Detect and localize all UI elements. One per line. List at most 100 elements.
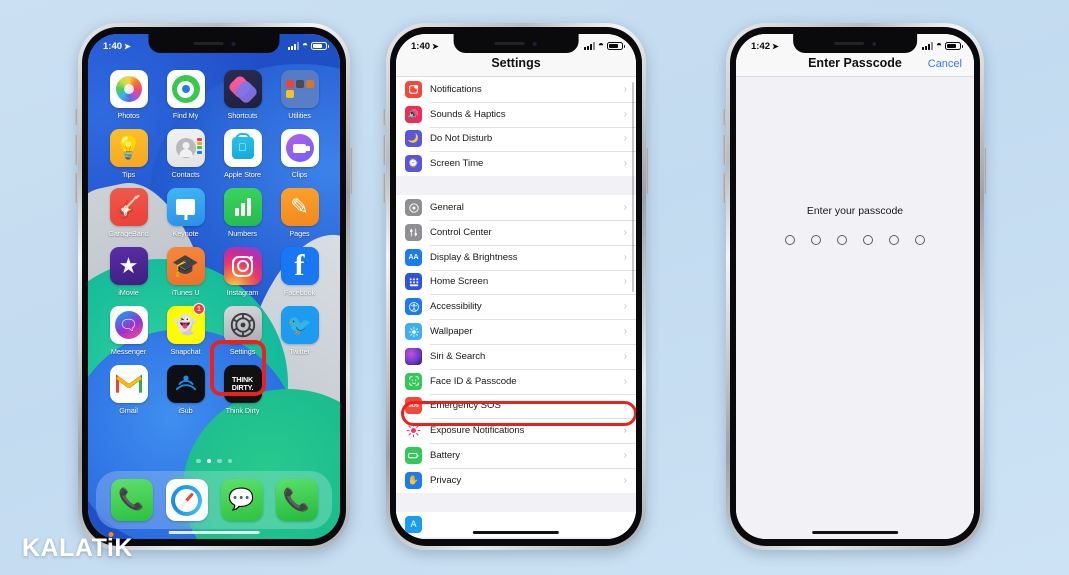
app-clips[interactable]: Clips: [271, 129, 328, 179]
passcode-dots[interactable]: [785, 235, 925, 245]
app-tips[interactable]: 💡 Tips: [100, 129, 157, 179]
gmail-icon[interactable]: [109, 365, 148, 403]
settings-icon[interactable]: [223, 306, 262, 344]
volume-up-button[interactable]: [383, 135, 386, 165]
find-my-icon[interactable]: [166, 70, 205, 108]
tips-icon[interactable]: 💡: [109, 129, 148, 167]
home-indicator[interactable]: [472, 530, 560, 534]
earpiece-speaker: [834, 42, 864, 45]
app-snapchat[interactable]: 1 👻 Snapchat: [157, 303, 214, 356]
settings-row-display-brightness[interactable]: AA Display & Brightness ›: [396, 244, 636, 270]
volume-down-button[interactable]: [723, 173, 726, 203]
mute-switch[interactable]: [75, 109, 78, 125]
garageband-icon[interactable]: 🎸: [109, 188, 148, 226]
settings-row-face-id-passcode[interactable]: Face ID & Passcode ›: [396, 368, 636, 394]
scrollbar[interactable]: [632, 82, 634, 292]
settings-row-home-screen[interactable]: Home Screen ›: [396, 269, 636, 295]
think-dirty-icon[interactable]: THINK DIRTY.: [223, 365, 262, 403]
chevron-right-icon: ›: [623, 474, 627, 486]
home-indicator[interactable]: [812, 530, 898, 534]
settings-row-wallpaper[interactable]: Wallpaper ›: [396, 319, 636, 344]
app-settings[interactable]: Settings: [214, 306, 271, 356]
settings-row-battery[interactable]: Battery ›: [396, 443, 636, 468]
imovie-icon[interactable]: ★: [109, 247, 148, 285]
pages-icon[interactable]: ✎: [280, 188, 319, 226]
passcode-dot: [863, 235, 873, 245]
wifi-icon: ◓: [301, 40, 308, 51]
twitter-icon[interactable]: 🐦: [280, 306, 319, 344]
app-label: Messenger: [110, 347, 147, 356]
volume-down-button[interactable]: [75, 173, 78, 203]
app-photos[interactable]: Photos: [100, 70, 157, 120]
keynote-icon[interactable]: [166, 188, 205, 226]
app-keynote[interactable]: Keynote: [157, 188, 214, 238]
app-imovie[interactable]: ★ iMovie: [100, 247, 157, 297]
whatsapp-icon[interactable]: 📞: [275, 479, 318, 521]
safari-icon[interactable]: [165, 479, 208, 521]
screen-time-icon: ⌚: [405, 155, 422, 173]
volume-up-button[interactable]: [723, 135, 726, 165]
contacts-icon[interactable]: [166, 129, 205, 167]
settings-group-2: General › Control Center › AA Display & …: [396, 195, 636, 493]
settings-row-sounds-haptics[interactable]: 🔊 Sounds & Haptics ›: [396, 101, 636, 127]
app-itunes-u[interactable]: 🎓 iTunes U: [157, 247, 214, 297]
settings-row-general[interactable]: General ›: [396, 195, 636, 220]
app-messenger[interactable]: 🗨 Messenger: [100, 306, 157, 356]
apple-store-icon[interactable]: : [223, 129, 262, 167]
settings-row-do-not-disturb[interactable]: 🌙 Do Not Disturb ›: [396, 126, 636, 152]
numbers-icon[interactable]: [223, 188, 262, 226]
facebook-icon[interactable]: f: [280, 247, 319, 285]
volume-up-button[interactable]: [75, 135, 78, 165]
app-find-my[interactable]: Find My: [157, 70, 214, 120]
settings-row-privacy[interactable]: ✋ Privacy ›: [396, 467, 636, 493]
settings-row-accessibility[interactable]: Accessibility ›: [396, 294, 636, 319]
mute-switch[interactable]: [723, 109, 726, 125]
power-button[interactable]: [350, 148, 353, 194]
cancel-button[interactable]: Cancel: [928, 58, 962, 70]
phone-bezel: 1:40 ➤ ◓ Photos Find My Shortcuts Utilit…: [82, 27, 346, 546]
settings-row-siri-search[interactable]: Siri & Search ›: [396, 343, 636, 369]
app-instagram[interactable]: Instagram: [214, 247, 271, 297]
app-garageband[interactable]: 🎸 GarageBand: [100, 188, 157, 238]
app-think-dirty[interactable]: THINK DIRTY. Think Dirty: [214, 365, 271, 415]
notch: [793, 34, 917, 53]
photos-icon[interactable]: [109, 70, 148, 108]
chevron-right-icon: ›: [623, 301, 627, 313]
app-numbers[interactable]: Numbers: [214, 188, 271, 238]
power-button[interactable]: [984, 148, 987, 194]
app-isub[interactable]: iSub: [157, 365, 214, 415]
settings-row-exposure-notifications[interactable]: Exposure Notifications ›: [396, 418, 636, 443]
mute-switch[interactable]: [383, 109, 386, 125]
app-contacts[interactable]: Contacts: [157, 129, 214, 179]
utilities-folder-icon[interactable]: [280, 70, 319, 108]
chevron-right-icon: ›: [623, 226, 627, 238]
settings-row-screen-time[interactable]: ⌚ Screen Time ›: [396, 151, 636, 176]
folder-utilities[interactable]: Utilities: [271, 70, 328, 120]
itunes-u-icon[interactable]: 🎓: [166, 247, 205, 285]
sound-waves-icon: [175, 375, 196, 391]
settings-label: Control Center: [430, 226, 492, 238]
phone-icon[interactable]: 📞: [110, 479, 153, 521]
settings-row-control-center[interactable]: Control Center ›: [396, 219, 636, 245]
volume-down-button[interactable]: [383, 173, 386, 203]
isub-icon[interactable]: [166, 365, 205, 403]
page-indicator[interactable]: [88, 458, 340, 463]
home-indicator[interactable]: [168, 530, 260, 534]
messenger-icon[interactable]: 🗨: [109, 306, 148, 344]
chevron-right-icon: ›: [623, 202, 627, 214]
settings-row-emergency-sos[interactable]: SOS Emergency SOS ›: [396, 393, 636, 419]
emergency-sos-icon: SOS: [405, 397, 422, 415]
messages-icon[interactable]: 💬: [220, 479, 263, 521]
shortcuts-icon[interactable]: [223, 70, 262, 108]
settings-list[interactable]: Notifications › 🔊 Sounds & Haptics › 🌙 D…: [396, 77, 636, 539]
app-shortcuts[interactable]: Shortcuts: [214, 70, 271, 120]
app-pages[interactable]: ✎ Pages: [271, 188, 328, 238]
power-button[interactable]: [646, 148, 649, 194]
settings-row-notifications[interactable]: Notifications ›: [396, 77, 636, 102]
app-twitter[interactable]: 🐦 Twitter: [271, 306, 328, 356]
app-facebook[interactable]: f Facebook: [271, 247, 328, 297]
app-gmail[interactable]: Gmail: [100, 365, 157, 415]
clips-icon[interactable]: [280, 129, 319, 167]
instagram-icon[interactable]: [223, 247, 262, 285]
app-apple-store[interactable]:  Apple Store: [214, 129, 271, 179]
